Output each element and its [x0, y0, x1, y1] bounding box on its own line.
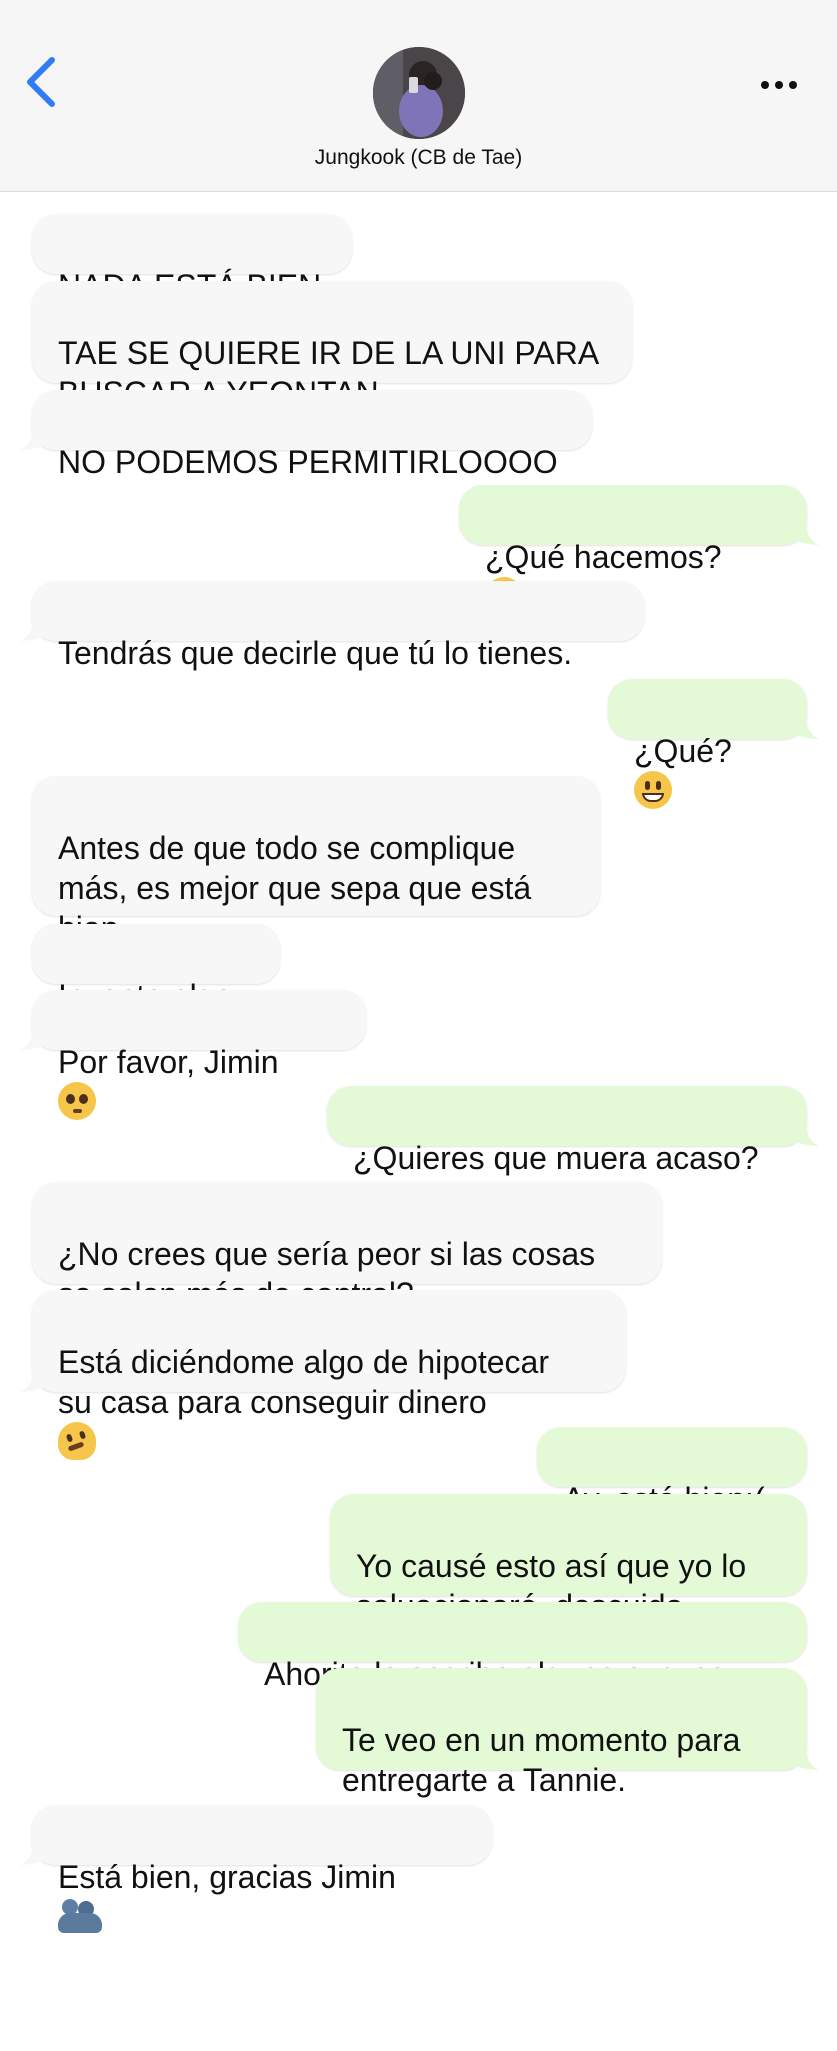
bubble-tail — [795, 1752, 819, 1770]
message-text: Está diciéndome algo de hipotecar su cas… — [58, 1344, 549, 1420]
bubble-tail — [795, 527, 819, 545]
outgoing-message[interactable]: ¿Qué hacemos? — [459, 485, 807, 615]
incoming-message[interactable]: Está bien, gracias Jimin — [32, 1805, 492, 1933]
incoming-message[interactable]: Por favor, Jimin — [32, 990, 366, 1120]
bubble-tail — [20, 1847, 44, 1865]
outgoing-message[interactable]: ¿Quieres que muera acaso? — [327, 1086, 807, 1176]
people-hugging-emoji — [58, 1897, 102, 1933]
message-text: ¿Qué? — [634, 733, 732, 769]
incoming-message[interactable]: TAE SE QUIERE IR DE LA UNI PARA BUSCAR A… — [32, 281, 632, 411]
outgoing-message[interactable]: ¿Qué? — [608, 679, 807, 809]
incoming-message[interactable]: Inventa algo. — [32, 924, 280, 1014]
message-text: ¿Qué hacemos? — [485, 539, 722, 575]
message-text: Tendrás que decirle que tú lo tienes. — [58, 635, 573, 671]
bubble-tail — [795, 721, 819, 739]
outgoing-message[interactable]: Ay, está bien:( — [537, 1427, 807, 1517]
bubble-tail — [20, 1032, 44, 1050]
incoming-message[interactable]: NO PODEMOS PERMITIRLOOOO — [32, 390, 592, 480]
bubble-tail — [20, 432, 44, 450]
grinning-face-emoji — [634, 771, 672, 809]
outgoing-message[interactable]: Yo causé esto así que yo lo soluacionaré… — [330, 1494, 807, 1624]
message-text: ¿Quieres que muera acaso? — [353, 1140, 759, 1176]
bubble-tail — [795, 1128, 819, 1146]
outgoing-message[interactable]: Te veo en un momento para entregarte a T… — [316, 1668, 807, 1798]
pleading-face-emoji — [58, 1082, 96, 1120]
message-text: Te veo en un momento para entregarte a T… — [342, 1722, 741, 1798]
incoming-message[interactable]: Antes de que todo se complique más, es m… — [32, 776, 600, 946]
message-text: Por favor, Jimin — [58, 1044, 279, 1080]
melting-face-emoji — [58, 1422, 96, 1460]
message-list[interactable]: NADA ESTÁ BIEN TAE SE QUIERE IR DE LA UN… — [0, 0, 837, 1933]
incoming-message[interactable]: Está diciéndome algo de hipotecar su cas… — [32, 1290, 626, 1460]
incoming-message[interactable]: NADA ESTÁ BIEN — [32, 214, 352, 304]
outgoing-message[interactable]: Ahorita le escribo alguna excusa. — [238, 1602, 807, 1692]
incoming-message[interactable]: Tendrás que decirle que tú lo tienes. — [32, 581, 644, 671]
bubble-tail — [20, 1374, 44, 1392]
message-text: NO PODEMOS PERMITIRLOOOO — [58, 444, 558, 480]
incoming-message[interactable]: ¿No crees que sería peor si las cosas se… — [32, 1182, 662, 1312]
bubble-tail — [20, 623, 44, 641]
message-text: Está bien, gracias Jimin — [58, 1859, 396, 1895]
